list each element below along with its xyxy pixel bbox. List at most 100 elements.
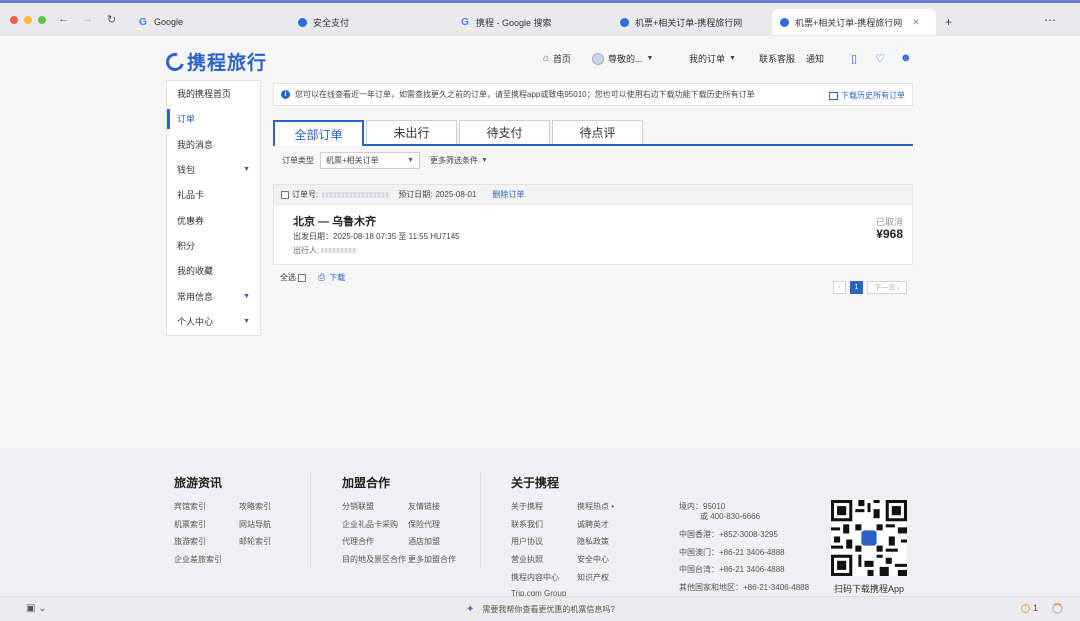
sidebar-item-gift-card[interactable]: 礼品卡	[167, 182, 260, 207]
sidebar-item-coupons[interactable]: 优惠券	[167, 207, 260, 232]
nav-home[interactable]: ⌂ 首页	[543, 52, 571, 65]
assistant-prompt[interactable]: ✦ 需要我帮你查看更优惠的机票信息吗?	[466, 604, 615, 615]
tab-orders-active[interactable]: 机票+相关订单-携程旅行网 ✕	[772, 9, 936, 35]
order-type-select[interactable]: 机票+相关订单 ▼	[320, 152, 420, 169]
footer-col-about-title: 关于携程	[511, 476, 560, 490]
sidebar-item-wallet[interactable]: 钱包 ▼	[167, 157, 260, 182]
select-all[interactable]: 全选	[280, 272, 309, 283]
more-filters-toggle[interactable]: 更多筛选条件 ▼	[430, 155, 488, 166]
footer-link[interactable]: 更多加盟合作	[408, 554, 456, 565]
footer-link[interactable]: 旅游索引	[174, 536, 206, 547]
nav-user[interactable]: 尊敬的... ▼	[592, 52, 653, 65]
nav-service[interactable]: 联系客服	[759, 52, 795, 65]
forward-arrow-icon[interactable]: →	[82, 13, 93, 25]
footer-link[interactable]: 隐私政策	[577, 536, 609, 547]
sidebar-item-orders[interactable]: 订单	[167, 106, 260, 131]
sidebar-item-personal-center[interactable]: 个人中心 ▼	[167, 309, 260, 334]
sidebar-item-label: 个人中心	[177, 316, 214, 327]
sidebar-item-messages[interactable]: 我的消息	[167, 132, 260, 157]
flight-route[interactable]: 北京 — 乌鲁木齐	[293, 213, 376, 229]
tab-pending-payment[interactable]: 待支付	[459, 120, 550, 144]
close-window-button[interactable]	[10, 16, 18, 24]
footer-link[interactable]: 携程内容中心	[511, 572, 559, 583]
tab-google-search[interactable]: G 携程 - Google 搜索	[452, 9, 560, 35]
footer-link[interactable]: 目的地及景区合作	[342, 554, 406, 565]
chevron-down-icon: ▼	[729, 55, 736, 62]
footer-link[interactable]: 攻略索引	[239, 501, 271, 512]
footer-link[interactable]: 宾馆索引	[174, 501, 206, 512]
footer-link[interactable]: 邮轮索引	[239, 536, 271, 547]
maximize-window-button[interactable]	[38, 16, 46, 24]
sidebar-item-favorites[interactable]: 我的收藏	[167, 258, 260, 283]
footer-link[interactable]: 诚聘英才	[577, 519, 609, 530]
order-filters: 订单类型 机票+相关订单 ▼ 更多筛选条件 ▼	[282, 152, 488, 169]
minimize-window-button[interactable]	[24, 16, 32, 24]
tab-all-orders[interactable]: 全部订单	[273, 120, 364, 146]
footer-link[interactable]: 保险代理	[408, 519, 440, 530]
contact-macau: 中国澳门：+86-21 3406-4888	[679, 548, 785, 557]
sidebar-item-common-info[interactable]: 常用信息 ▼	[167, 283, 260, 308]
tab-upcoming[interactable]: 未出行	[366, 120, 457, 144]
footer-link[interactable]: 友情链接	[408, 501, 440, 512]
footer-link[interactable]: 知识产权	[577, 572, 609, 583]
sidebar-item-points[interactable]: 积分	[167, 233, 260, 258]
footer-link[interactable]: 机票索引	[174, 519, 206, 530]
nav-my-orders-label: 我的订单	[689, 54, 726, 64]
sidebar-item-label: 我的收藏	[177, 266, 214, 277]
download-button[interactable]: ⎙ 下载	[318, 272, 345, 283]
qr-caption: 扫码下载携程App	[834, 584, 905, 594]
ctrip-logo[interactable]: 携程旅行	[162, 48, 267, 75]
download-history-link[interactable]: 下载历史所有订单	[829, 90, 905, 101]
user-service-icon[interactable]: ☻	[900, 52, 912, 64]
tab-google[interactable]: G Google	[130, 9, 191, 35]
reload-icon[interactable]: ↻	[107, 13, 116, 26]
qr-code-icon	[831, 500, 907, 576]
back-arrow-icon[interactable]: ←	[58, 13, 69, 25]
history-notice: i 您可以在线查看近一年订单，如需查找更久之前的订单，请至携程app或致电950…	[273, 83, 913, 106]
heart-icon[interactable]: ♡	[875, 52, 885, 65]
nav-my-orders[interactable]: 我的订单 ▼	[689, 52, 736, 65]
close-tab-icon[interactable]: ✕	[912, 17, 920, 28]
prev-page-button[interactable]: ‹	[833, 281, 846, 294]
footer-link[interactable]: 营业执照	[511, 554, 543, 565]
briefcase-icon[interactable]: ▣ ⌄	[26, 603, 47, 614]
download-history-label: 下载历史所有订单	[841, 91, 905, 100]
sidebar-item-home[interactable]: 我的携程首页	[167, 81, 260, 106]
footer-link[interactable]: 代理合作	[342, 536, 374, 547]
tab-orders[interactable]: 机票+相关订单-携程旅行网	[612, 9, 750, 35]
footer-link[interactable]: 携程热点 •	[577, 501, 614, 512]
footer-link[interactable]: 企业差旅索引	[174, 554, 222, 565]
delete-order-link[interactable]: 删除订单	[492, 189, 524, 200]
loading-ring-icon	[1052, 603, 1063, 614]
more-menu-icon[interactable]: ⋯	[1044, 13, 1056, 27]
footer-link[interactable]: 酒店加盟	[408, 536, 440, 547]
footer-divider	[480, 473, 481, 568]
footer-link[interactable]: 企业礼品卡采购	[342, 519, 398, 530]
tab-secure-payment[interactable]: 安全支付	[290, 9, 357, 35]
booking-date-label: 预订日期:	[398, 190, 433, 199]
order-checkbox[interactable]	[281, 190, 289, 199]
sparkle-icon: ✦	[466, 604, 475, 615]
browser-toolbar: ← → ↻ G Google 安全支付 G 携程 - Google 搜索 机票+…	[0, 0, 1080, 36]
page-1-button[interactable]: 1	[850, 281, 863, 294]
footer-link[interactable]: Trip.com Group	[511, 589, 566, 596]
footer-link[interactable]: 用户协议	[511, 536, 543, 547]
sidebar-item-label: 我的携程首页	[177, 89, 232, 100]
new-tab-icon[interactable]: +	[945, 15, 952, 29]
mobile-icon[interactable]: ▯	[851, 52, 857, 65]
footer-link[interactable]: 网站导航	[239, 519, 271, 530]
sidebar-item-label: 钱包	[177, 165, 196, 176]
footer-link[interactable]: 联系我们	[511, 519, 543, 530]
order-type-label: 订单类型	[282, 156, 314, 165]
tab-pending-review[interactable]: 待点评	[552, 120, 643, 144]
next-page-button[interactable]: 下一页 ›	[867, 281, 907, 294]
footer-link[interactable]: 分销联盟	[342, 501, 374, 512]
order-tabs: 全部订单 未出行 待支付 待点评	[273, 120, 913, 146]
footer-link[interactable]: 关于携程	[511, 501, 543, 512]
nav-notify[interactable]: 通知	[806, 52, 824, 65]
footer-link[interactable]: 安全中心	[577, 554, 609, 565]
footer-divider	[310, 473, 311, 568]
contact-domestic-alt: 或 400-830-6666	[700, 512, 761, 521]
warning-indicator[interactable]: ! 1	[1021, 603, 1038, 613]
select-all-checkbox[interactable]	[298, 273, 306, 282]
